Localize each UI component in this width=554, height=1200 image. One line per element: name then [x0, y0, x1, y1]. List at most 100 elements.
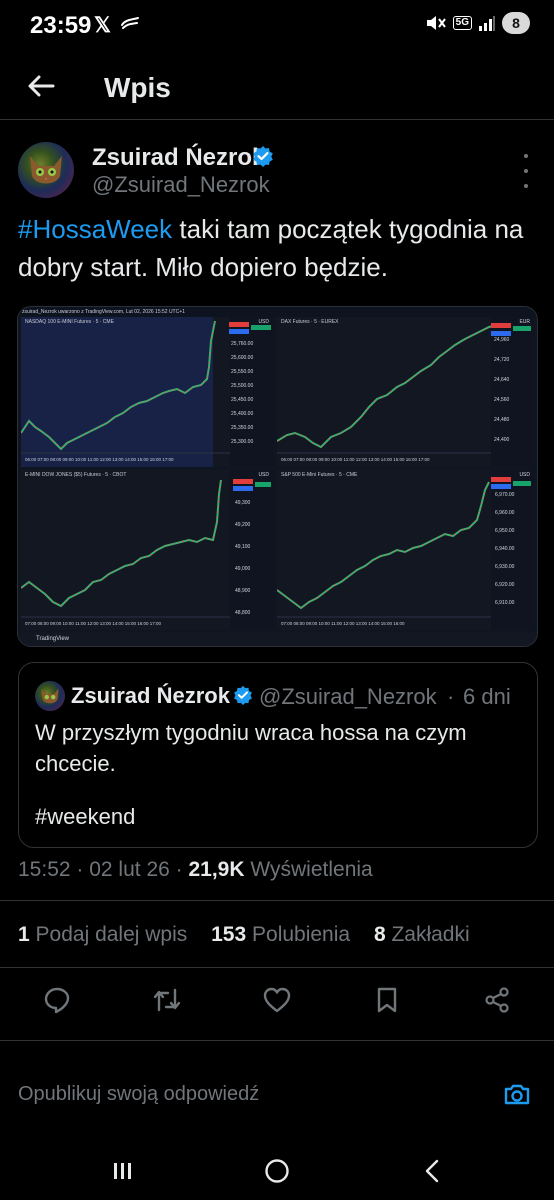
status-icons: 5G 8 — [425, 12, 530, 34]
meta-separator: · — [169, 858, 189, 881]
author-avatar[interactable] — [18, 142, 74, 198]
tweet-actions — [0, 970, 554, 1030]
share-button[interactable] — [480, 983, 514, 1017]
svg-text:06:00 07:00 08:00 09:00 10:00: 06:00 07:00 08:00 09:00 10:00 11:00 12:0… — [25, 457, 174, 462]
quote-text: W przyszłym tygodniu wraca hossa na czym… — [35, 720, 467, 776]
like-button[interactable] — [260, 983, 294, 1017]
svg-text:25,600.00: 25,600.00 — [231, 355, 253, 361]
chart-panel-title: NASDAQ 100 E-MINI Futures · 5 · CME — [25, 319, 114, 325]
nasdaq-chart: 25,760.00 25,600.00 25,550.00 25,500.00 … — [21, 317, 273, 467]
svg-text:24,480: 24,480 — [494, 417, 510, 423]
svg-text:24,720: 24,720 — [494, 357, 510, 363]
mute-icon — [426, 16, 446, 30]
svg-text:48,900: 48,900 — [235, 588, 251, 594]
quote-author-avatar[interactable] — [35, 681, 65, 711]
quote-hashtag: #weekend — [35, 804, 136, 829]
app-notification-icon — [121, 17, 139, 29]
quote-author-name[interactable]: Zsuirad Ńezrok — [71, 683, 230, 709]
arrow-left-icon — [28, 75, 55, 97]
bookmark-button[interactable] — [370, 983, 404, 1017]
reposts-stat[interactable]: 1 Podaj dalej wpis — [18, 923, 187, 946]
tweet-hashtag-link[interactable]: #HossaWeek — [18, 214, 172, 244]
svg-text:24,960: 24,960 — [494, 337, 510, 343]
quote-time: 6 dni — [463, 684, 511, 709]
back-icon — [425, 1159, 439, 1183]
chart-image-header: zsuirad_Nezrok uwarzono z TradingView.co… — [18, 307, 537, 317]
sp500-chart: 6,970.00 6,960.00 6,950.00 6,940.00 6,93… — [277, 470, 534, 630]
dow-chart: 49,300 49,200 49,100 49,000 48,900 48,80… — [21, 470, 273, 630]
status-bar: 23:59 𝕏 5G 8 — [0, 0, 554, 56]
svg-text:6,910.00: 6,910.00 — [495, 600, 515, 606]
svg-text:25,450.00: 25,450.00 — [231, 397, 253, 403]
camera-button[interactable] — [502, 1079, 532, 1109]
tweet-chart-image[interactable]: zsuirad_Nezrok uwarzono z TradingView.co… — [17, 306, 538, 647]
actions-divider — [0, 1040, 554, 1041]
likes-count: 153 — [211, 923, 247, 946]
svg-text:49,100: 49,100 — [235, 544, 251, 550]
share-icon — [485, 987, 509, 1013]
svg-text:07:00 08:00 09:00 10:00 11:00: 07:00 08:00 09:00 10:00 11:00 12:00 13:0… — [25, 621, 162, 626]
page-title: Wpis — [104, 72, 171, 103]
reply-icon — [44, 987, 70, 1014]
bookmarks-stat[interactable]: 8 Zakładki — [374, 923, 470, 946]
quote-separator: · — [447, 684, 455, 709]
recent-apps-icon — [114, 1163, 131, 1179]
reposts-count: 1 — [18, 923, 30, 946]
signal-icon — [479, 16, 495, 31]
author-name[interactable]: Zsuirad Ńezrok — [92, 144, 265, 172]
quote-author-handle: @Zsuirad_Nezrok — [259, 684, 437, 709]
tweet-text: #HossaWeek taki tam początek tygodnia na… — [18, 210, 528, 286]
views-label: Wyświetlenia — [244, 858, 373, 881]
system-back-button[interactable] — [412, 1154, 452, 1188]
tradingview-watermark: TradingView — [18, 632, 537, 646]
chart-panel-currency: USD — [519, 472, 530, 478]
more-vertical-icon-dot — [524, 154, 528, 158]
svg-text:49,000: 49,000 — [235, 566, 251, 572]
meta-separator: · — [70, 858, 90, 881]
more-vertical-icon-dot — [524, 184, 528, 188]
header-divider — [0, 119, 554, 120]
svg-text:6,940.00: 6,940.00 — [495, 546, 515, 552]
author-handle[interactable]: @Zsuirad_Nezrok — [92, 172, 270, 198]
svg-text:25,500.00: 25,500.00 — [231, 383, 253, 389]
chart-panel-currency: USD — [258, 319, 269, 325]
views-count: 21,9K — [188, 858, 245, 881]
svg-text:6,970.00: 6,970.00 — [495, 492, 515, 498]
quoted-tweet[interactable]: Zsuirad Ńezrok @Zsuirad_Nezrok · 6 dni W… — [18, 662, 538, 848]
meta-divider — [0, 900, 554, 901]
recent-apps-button[interactable] — [103, 1154, 143, 1188]
reposts-label: Podaj dalej wpis — [29, 923, 188, 946]
heart-icon — [263, 987, 291, 1013]
status-time: 23:59 — [30, 12, 92, 39]
chart-panel-currency: USD — [258, 472, 269, 478]
bookmarks-count: 8 — [373, 923, 386, 946]
reply-button[interactable] — [40, 983, 74, 1017]
svg-text:25,400.00: 25,400.00 — [231, 411, 253, 417]
reply-input[interactable]: Opublikuj swoją odpowiedź — [18, 1083, 259, 1106]
back-button[interactable] — [18, 66, 64, 106]
chart-panel-title: E-MINI DOW JONES ($5) Futures · 5 · CBOT — [25, 472, 127, 478]
home-button[interactable] — [257, 1154, 297, 1188]
chart-panel-nasdaq: 25,760.00 25,600.00 25,550.00 25,500.00 … — [21, 317, 273, 467]
verified-badge-icon — [253, 146, 273, 167]
svg-text:25,300.00: 25,300.00 — [231, 439, 253, 445]
chart-panel-title: DAX Futures · 5 · EUREX — [281, 319, 339, 325]
svg-text:25,550.00: 25,550.00 — [231, 369, 253, 375]
more-options-button[interactable] — [516, 154, 536, 188]
tweet-time: 15:52 — [18, 858, 71, 881]
cat-avatar-image — [41, 688, 59, 704]
cat-avatar-image — [30, 156, 62, 184]
likes-stat[interactable]: 153 Polubienia — [211, 923, 350, 946]
android-navigation-bar — [0, 1140, 554, 1200]
stats-divider — [0, 967, 554, 968]
chart-panel-sp500: 6,970.00 6,960.00 6,950.00 6,940.00 6,93… — [277, 470, 534, 630]
repost-button[interactable] — [150, 983, 184, 1017]
svg-text:6,950.00: 6,950.00 — [495, 528, 515, 534]
svg-text:6,920.00: 6,920.00 — [495, 582, 515, 588]
svg-text:25,350.00: 25,350.00 — [231, 425, 253, 431]
battery-indicator: 8 — [502, 12, 530, 34]
more-vertical-icon-dot — [524, 169, 528, 173]
svg-text:24,400: 24,400 — [494, 437, 510, 443]
x-app-icon: 𝕏 — [94, 14, 111, 37]
verified-badge-icon — [234, 685, 252, 705]
